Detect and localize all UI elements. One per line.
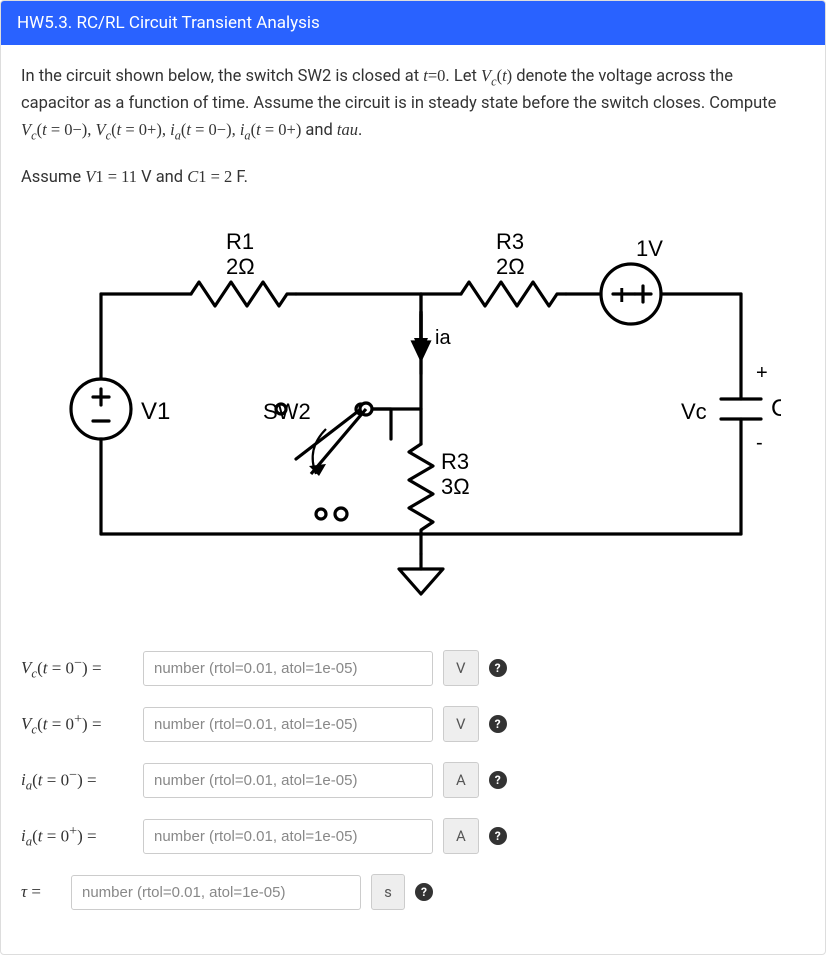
answer-row-vc0minus: Vc(t = 0−) = V ?	[21, 650, 805, 686]
v2-label: 1V	[636, 236, 663, 261]
answer-row-ia0minus: ia(t = 0−) = A ?	[21, 762, 805, 798]
ia-label: ia	[435, 327, 451, 349]
text: Assume	[21, 168, 85, 187]
text: . Let	[445, 67, 481, 86]
sw2-label: SW2	[263, 399, 311, 424]
unit-label: A	[443, 762, 479, 798]
help-icon[interactable]: ?	[489, 771, 507, 789]
help-icon[interactable]: ?	[415, 883, 433, 901]
r3top-value: 2Ω	[496, 254, 525, 279]
text: In the circuit shown below, the switch S…	[21, 67, 423, 86]
answers-section: Vc(t = 0−) = V ? Vc(t = 0+) = V ? ia(t =…	[21, 650, 805, 910]
vc0plus-input[interactable]	[143, 707, 433, 742]
unit-label: V	[443, 706, 479, 742]
answer-row-tau: τ = s ?	[21, 874, 805, 910]
answer-label: ia(t = 0+) =	[21, 823, 133, 850]
circuit-svg: + - R1 2Ω R3 2Ω 1V ia V1 SW2 R3 3Ω Vc C1…	[21, 214, 781, 614]
r3mid-value: 3Ω	[441, 474, 470, 499]
c1-label: C1	[771, 395, 781, 422]
answer-label: τ =	[21, 882, 61, 902]
r1-value: 2Ω	[226, 254, 255, 279]
ammeter-i: I	[619, 285, 625, 307]
problem-statement: In the circuit shown below, the switch S…	[21, 63, 805, 146]
answer-label: ia(t = 0−) =	[21, 767, 133, 794]
ia0minus-input[interactable]	[143, 763, 433, 798]
answer-label: Vc(t = 0+) =	[21, 711, 133, 738]
help-icon[interactable]: ?	[489, 715, 507, 733]
tau-input[interactable]	[71, 875, 361, 910]
vc-label: Vc	[681, 399, 707, 424]
question-card: HW5.3. RC/RL Circuit Transient Analysis …	[0, 0, 826, 955]
ia0plus-input[interactable]	[143, 819, 433, 854]
help-icon[interactable]: ?	[489, 659, 507, 677]
cap-minus: -	[756, 432, 763, 454]
unit-label: V	[443, 650, 479, 686]
header-title: HW5.3. RC/RL Circuit Transient Analysis	[17, 13, 320, 33]
v1-label: V1	[141, 398, 170, 425]
answer-label: Vc(t = 0−) =	[21, 655, 133, 682]
unit-label: s	[371, 874, 405, 910]
text: and	[301, 121, 337, 140]
text: V and	[137, 168, 187, 187]
answer-row-ia0plus: ia(t = 0+) = A ?	[21, 818, 805, 854]
circuit-diagram: + - R1 2Ω R3 2Ω 1V ia V1 SW2 R3 3Ω Vc C1…	[21, 208, 805, 638]
cap-plus: +	[756, 362, 768, 384]
text: .	[358, 121, 362, 140]
answer-row-vc0plus: Vc(t = 0+) = V ?	[21, 706, 805, 742]
text: F.	[232, 168, 248, 187]
problem-assumptions: Assume V1 = 11 V and C1 = 2 F.	[21, 164, 805, 191]
card-header: HW5.3. RC/RL Circuit Transient Analysis	[1, 1, 825, 45]
unit-label: A	[443, 818, 479, 854]
card-body: In the circuit shown below, the switch S…	[1, 45, 825, 954]
r3top-label: R3	[496, 229, 524, 254]
r3mid-label: R3	[441, 449, 469, 474]
help-icon[interactable]: ?	[489, 827, 507, 845]
vc0minus-input[interactable]	[143, 651, 433, 686]
r1-label: R1	[226, 229, 254, 254]
